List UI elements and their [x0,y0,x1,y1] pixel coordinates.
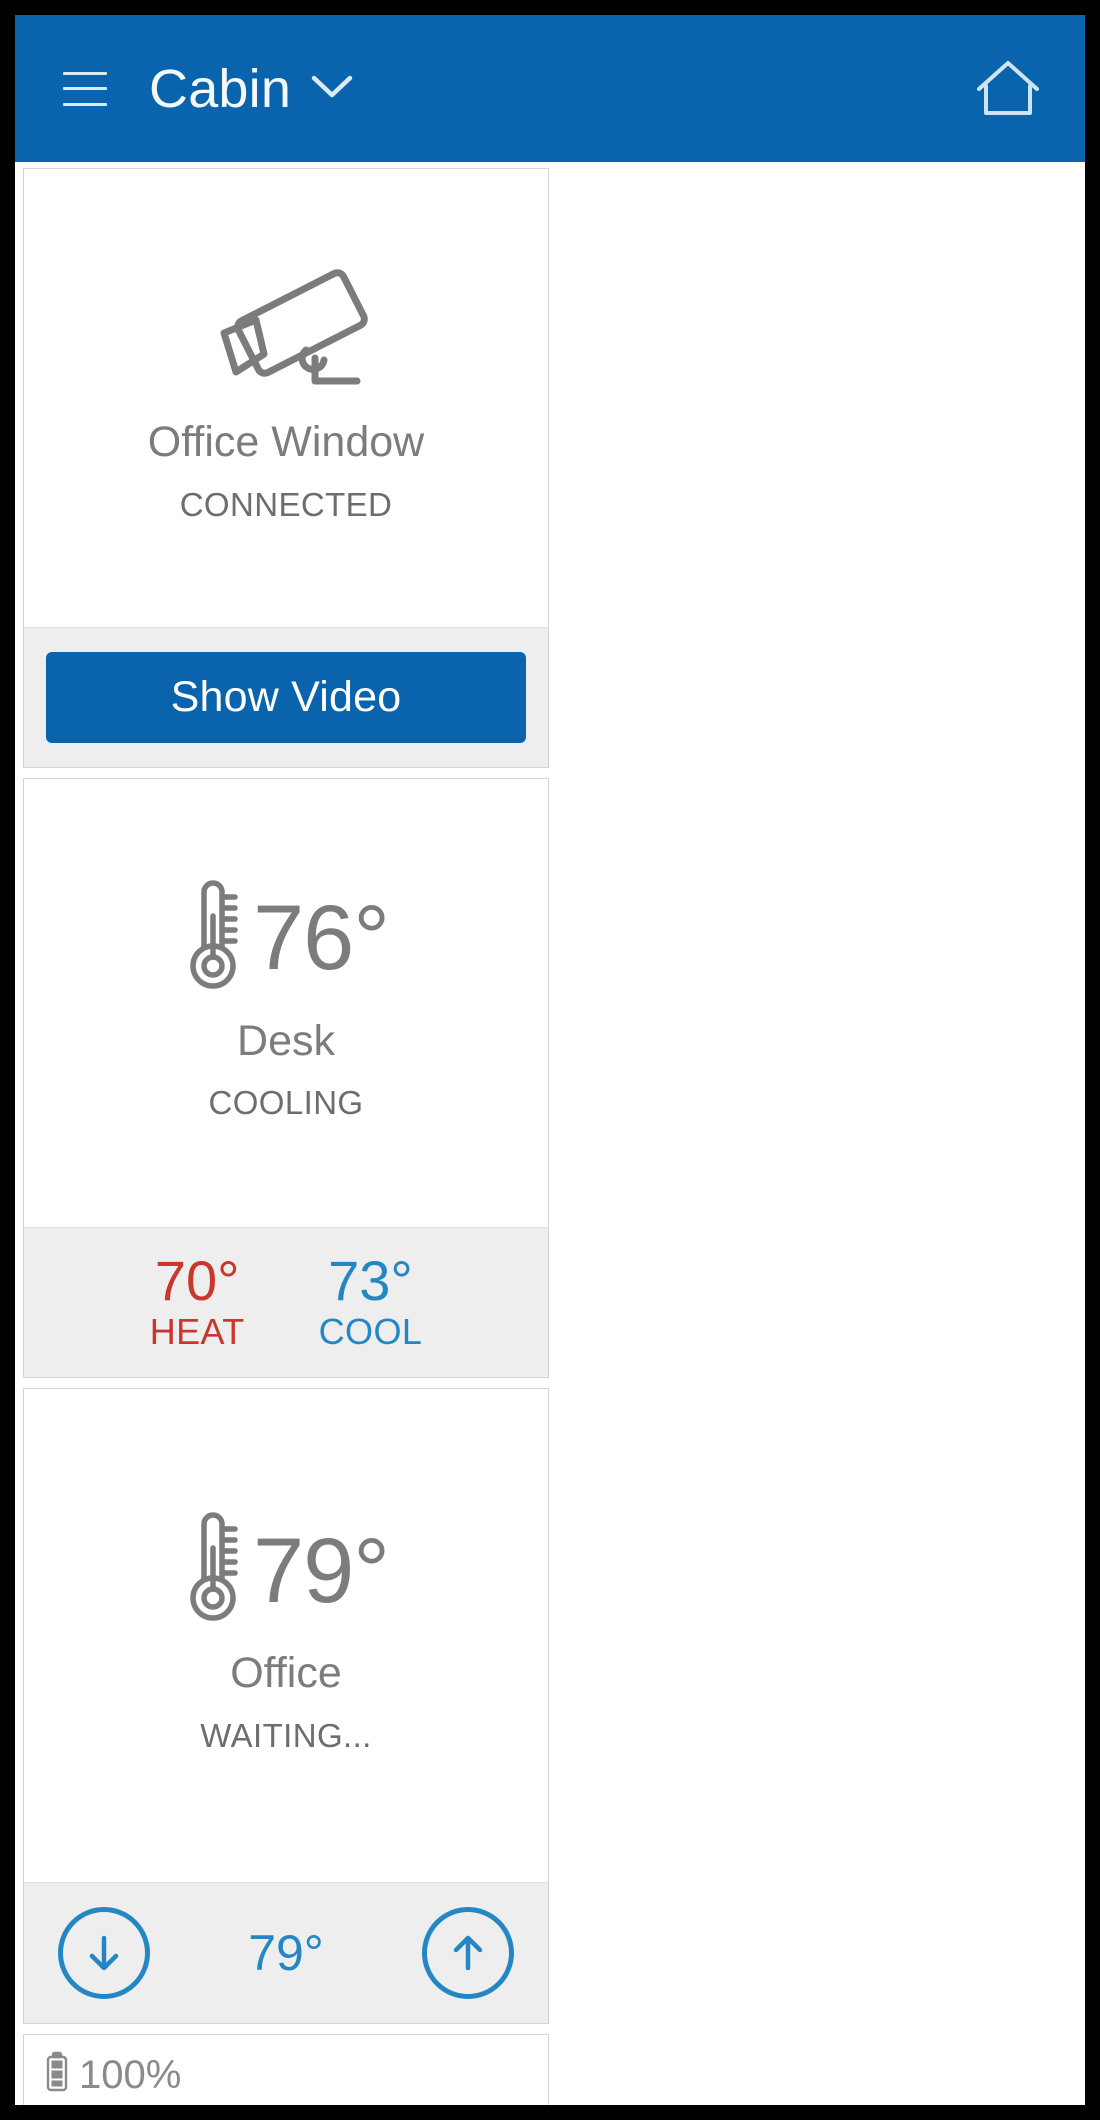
card-footer: 70° HEAT 73° COOL [24,1227,548,1377]
location-selector[interactable]: Cabin [149,62,355,116]
device-status: CONNECTED [179,485,393,523]
icon-row: 79° [183,1512,390,1629]
cool-setpoint[interactable]: 73° COOL [318,1249,423,1353]
battery-percentage: 100% [79,2052,182,2097]
device-name: Desk [237,1016,335,1065]
show-video-button[interactable]: Show Video [46,652,526,743]
heat-setpoint[interactable]: 70° HEAT [149,1249,245,1353]
thermometer-icon [183,880,245,997]
security-camera-icon [194,268,379,398]
device-status: WAITING... [200,1716,372,1754]
device-name: Office Window [147,418,425,467]
hamburger-menu-icon[interactable] [63,71,107,106]
device-card-camera[interactable]: Office Window CONNECTED Show Video [23,168,549,768]
heat-setpoint-label: HEAT [149,1311,245,1352]
card-footer: Show Video [24,627,548,767]
app-header: Cabin [15,15,1085,162]
icon-row: 76° [183,880,390,997]
battery-indicator: 100% [44,2051,181,2098]
cool-setpoint-label: COOL [318,1311,423,1352]
device-card-grid: Office Window CONNECTED Show Video 76° D… [15,162,1085,2105]
setpoint-stepper: 79° [46,1907,526,1999]
current-temperature: 79° [252,1519,390,1622]
app-window: Cabin Office Window CONNECTED Show Video… [15,15,1085,2105]
device-status: COOLING [208,1084,364,1122]
arrow-up-circle-icon[interactable] [422,1907,514,1999]
page-title: Cabin [149,58,292,119]
setpoint-row: 70° HEAT 73° COOL [46,1249,526,1353]
thermometer-icon [183,1512,245,1629]
card-body: Office Window CONNECTED [24,169,548,627]
home-icon[interactable] [973,58,1043,120]
device-card-lock[interactable]: 100% Office Lo [23,2034,549,2105]
card-footer: 79° [24,1882,548,2023]
card-body: 76° Desk COOLING [24,779,548,1228]
chevron-down-icon [309,71,355,106]
device-card-thermostat-office[interactable]: 79° Office WAITING... 79° [23,1388,549,2024]
current-temperature: 76° [252,887,390,990]
heat-setpoint-value: 70° [154,1249,240,1313]
arrow-down-circle-icon[interactable] [58,1907,150,1999]
cool-setpoint-value: 73° [328,1249,413,1313]
device-card-thermostat-desk[interactable]: 76° Desk COOLING 70° HEAT 73° COOL [23,778,549,1378]
stepper-value: 79° [248,1925,324,1981]
battery-full-icon [44,2051,70,2098]
icon-row [194,268,379,398]
card-body: 79° Office WAITING... [24,1389,548,1882]
device-name: Office [230,1649,342,1698]
